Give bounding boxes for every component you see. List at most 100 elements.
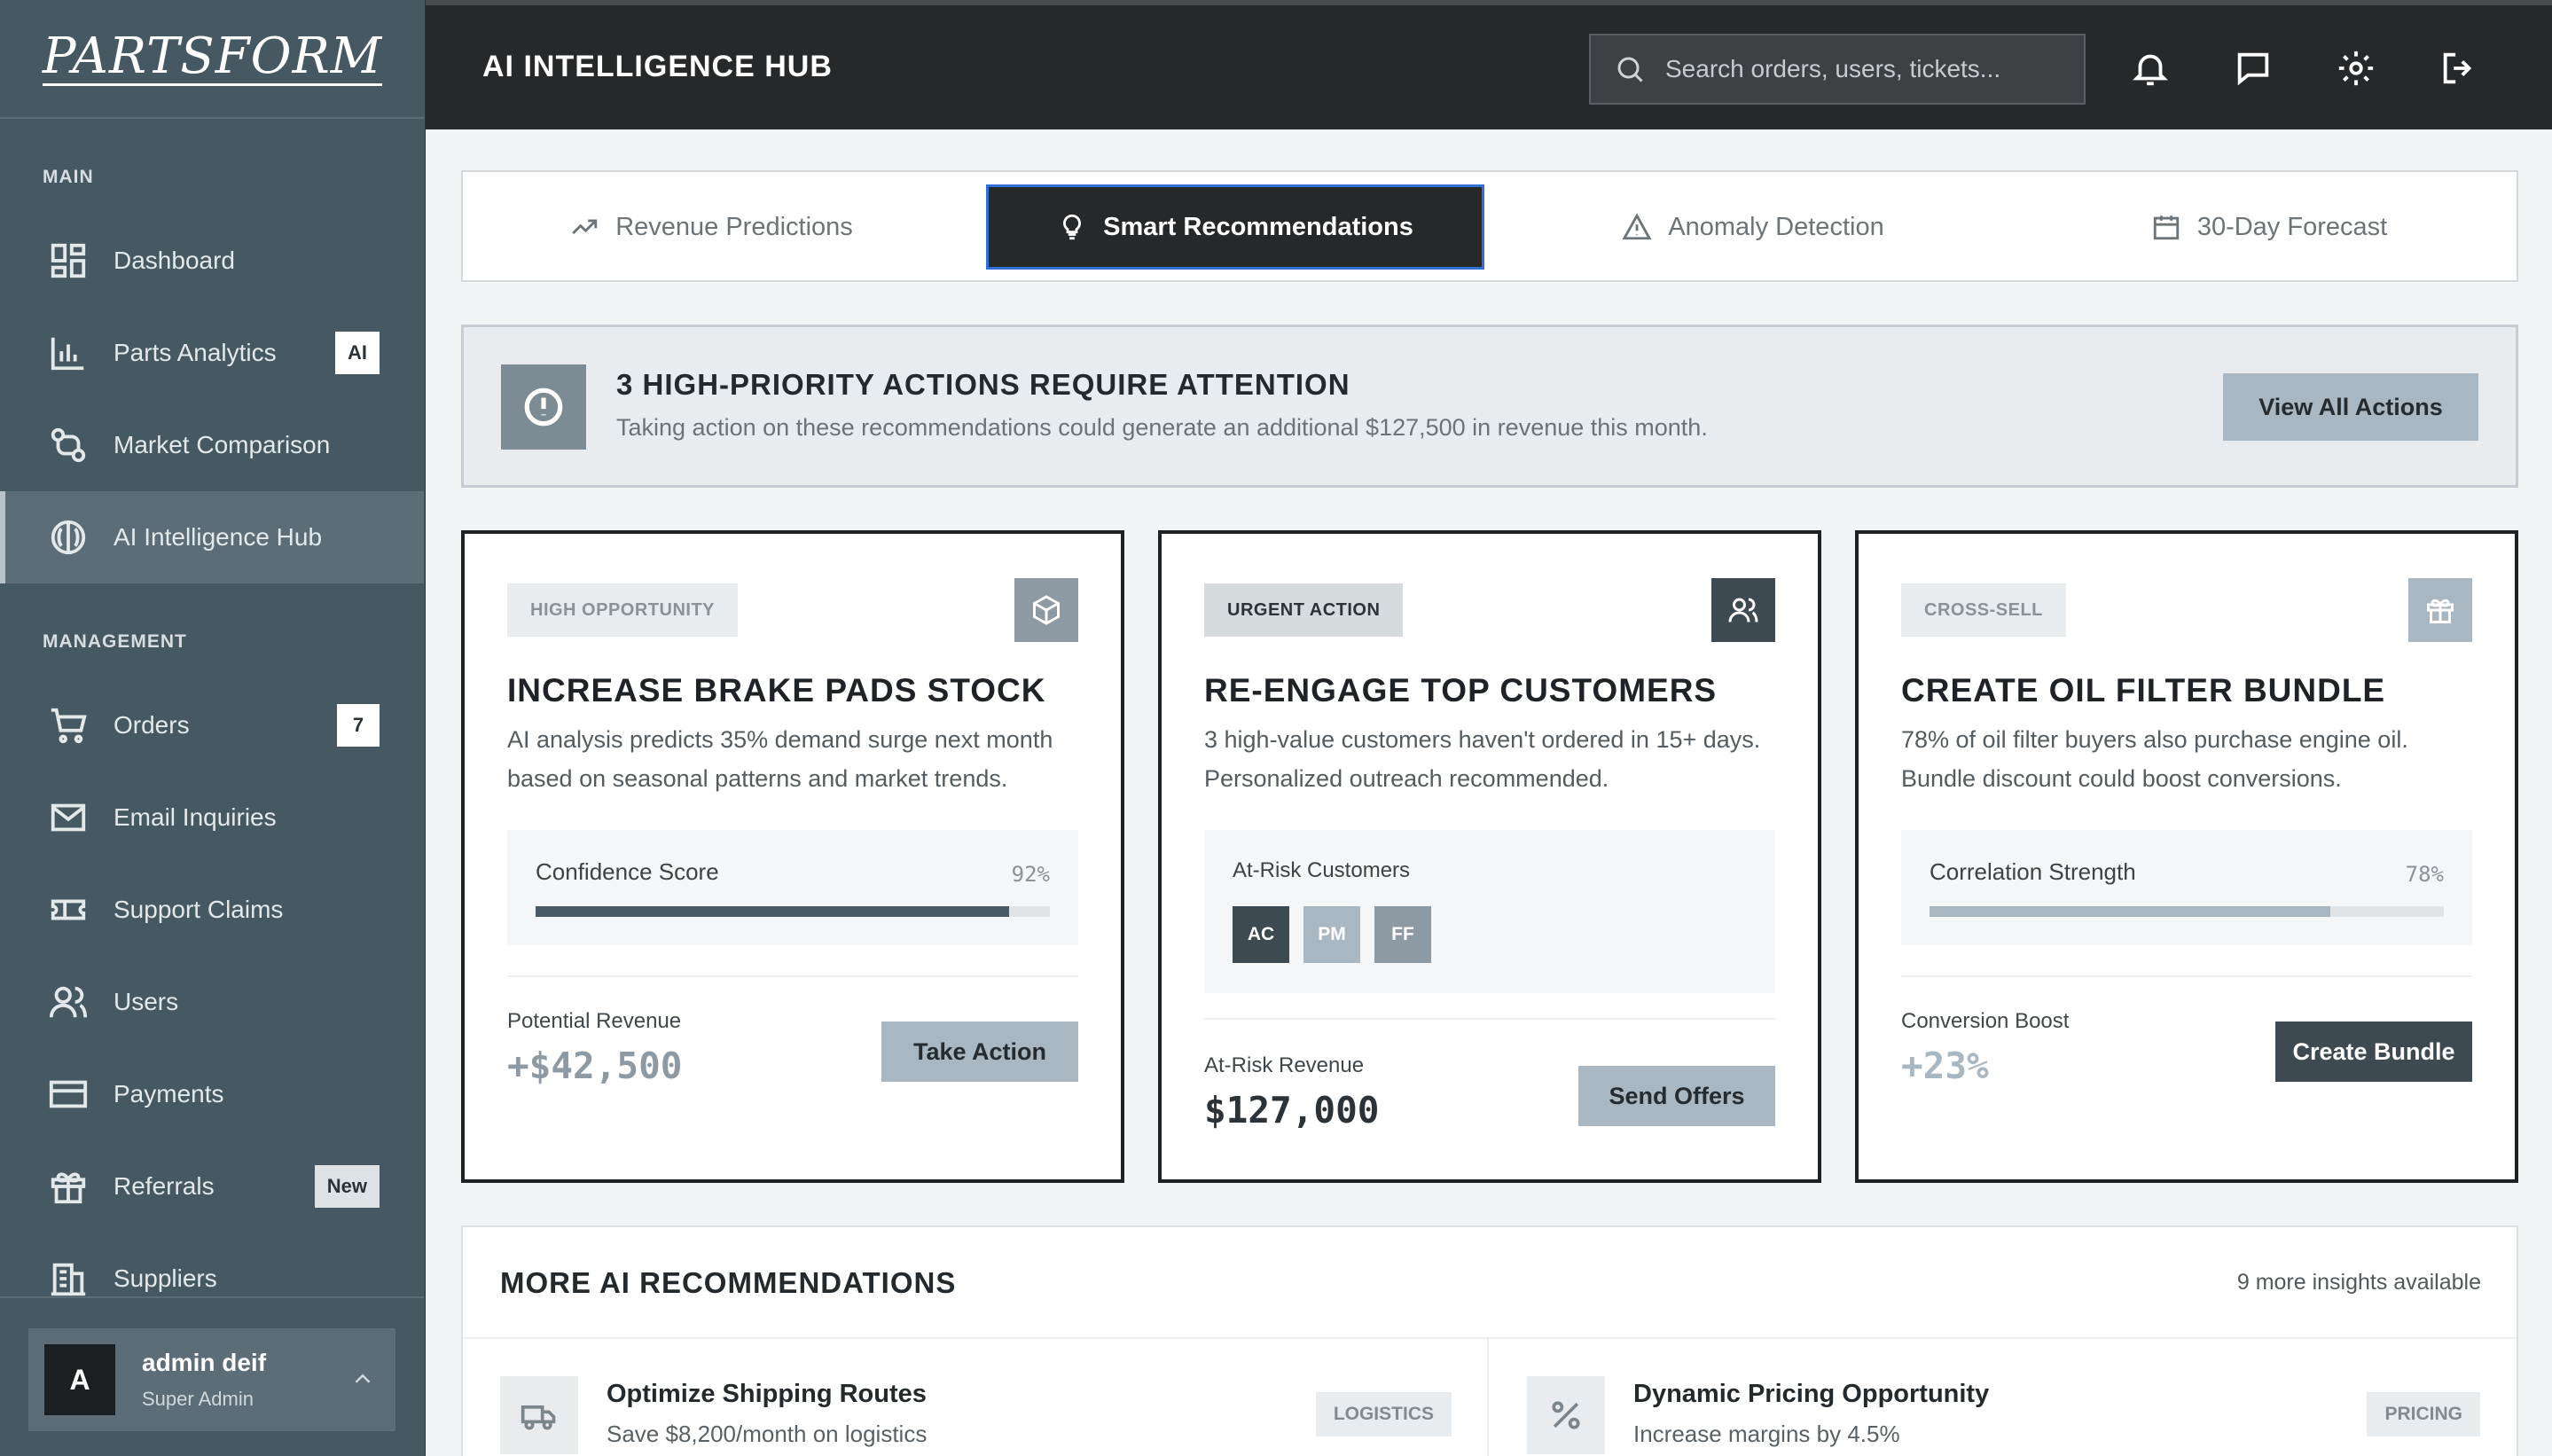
card-description: 78% of oil filter buyers also purchase e… (1901, 726, 2408, 792)
nav-section-management: MANAGEMENT (43, 631, 187, 652)
sidebar-item-label: Market Comparison (114, 431, 331, 458)
search-box[interactable] (1589, 34, 2086, 105)
sidebar-item-label: Email Inquiries (114, 803, 277, 831)
percent-icon (1527, 1376, 1605, 1454)
page-title: AI INTELLIGENCE HUB (482, 50, 833, 83)
progress-fill (1930, 906, 2331, 917)
bell-icon[interactable] (2130, 48, 2171, 89)
metric-box: Correlation Strength 78% (1901, 830, 2472, 945)
calendar-icon (2151, 212, 2197, 242)
alert-title: 3 HIGH-PRIORITY ACTIONS REQUIRE ATTENTIO… (616, 368, 1350, 401)
alert-text: Taking action on these recommendations c… (616, 414, 1708, 441)
credit-card-icon (48, 1074, 89, 1115)
sidebar-item-support-claims[interactable]: Support Claims (0, 864, 424, 956)
mail-icon (48, 797, 89, 838)
item-title: Dynamic Pricing Opportunity (1633, 1380, 1990, 1408)
user-info: admin deif Super Admin (142, 1349, 266, 1411)
tab-anomaly-detection[interactable]: Anomaly Detection (1504, 184, 2002, 270)
box-icon (1014, 578, 1078, 642)
sidebar-item-referrals[interactable]: Referrals New (0, 1140, 424, 1233)
user-name: admin deif (142, 1349, 267, 1376)
divider (1204, 1018, 1775, 1020)
sidebar-item-label: AI Intelligence Hub (114, 523, 323, 551)
sidebar-item-label: Payments (114, 1080, 224, 1108)
metric-value: 92% (1011, 862, 1050, 887)
progress-track (536, 906, 1050, 917)
send-offers-button[interactable]: Send Offers (1578, 1066, 1775, 1126)
sidebar-item-label: Orders (114, 711, 190, 739)
list-item-pricing[interactable]: Dynamic Pricing Opportunity Increase mar… (1490, 1339, 2516, 1456)
tab-label: Smart Recommendations (1103, 212, 1413, 241)
sidebar-item-ai-intelligence-hub[interactable]: AI Intelligence Hub (0, 491, 424, 583)
item-title: Optimize Shipping Routes (607, 1380, 927, 1408)
metric-label: Correlation Strength (1930, 858, 2136, 885)
sidebar-item-label: Parts Analytics (114, 339, 277, 366)
metric-box: At-Risk Customers AC PM FF (1204, 830, 1775, 993)
item-tag: PRICING (2367, 1392, 2480, 1436)
customer-chip[interactable]: FF (1374, 906, 1431, 963)
item-subtitle: Save $8,200/month on logistics (607, 1421, 928, 1447)
sidebar-item-dashboard[interactable]: Dashboard (0, 215, 424, 307)
logout-icon[interactable] (2438, 48, 2479, 89)
progress-track (1930, 906, 2444, 917)
list-item-shipping[interactable]: Optimize Shipping Routes Save $8,200/mon… (463, 1339, 1489, 1456)
item-tag: LOGISTICS (1315, 1392, 1452, 1436)
tab-label: 30-Day Forecast (2196, 212, 2388, 241)
revenue-label: At-Risk Revenue (1204, 1053, 1365, 1077)
sidebar-item-parts-analytics[interactable]: Parts Analytics AI (0, 307, 424, 399)
recommendation-card-brake-pads: HIGH OPPORTUNITY INCREASE BRAKE PADS STO… (461, 530, 1124, 1183)
users-icon (48, 982, 89, 1022)
sidebar: PARTSFORM MAIN Dashboard Parts Analytics… (0, 0, 426, 1456)
logo-area: PARTSFORM (0, 0, 425, 119)
user-menu[interactable]: A admin deif Super Admin (28, 1328, 395, 1431)
nav-section-main: MAIN (43, 167, 94, 187)
take-action-button[interactable]: Take Action (881, 1022, 1078, 1082)
sidebar-item-payments[interactable]: Payments (0, 1048, 424, 1140)
metric-label: At-Risk Customers (1233, 858, 1411, 882)
sidebar-item-users[interactable]: Users (0, 956, 424, 1048)
metric-label: Confidence Score (536, 858, 719, 885)
customer-chip[interactable]: AC (1233, 906, 1289, 963)
tab-30-day-forecast[interactable]: 30-Day Forecast (2020, 184, 2518, 270)
view-all-actions-button[interactable]: View All Actions (2223, 373, 2478, 441)
sidebar-item-label: Users (114, 988, 179, 1015)
sidebar-item-label: Referrals (114, 1172, 215, 1200)
compare-icon (48, 425, 89, 466)
tab-label: Revenue Predictions (615, 212, 853, 241)
create-bundle-button[interactable]: Create Bundle (2275, 1022, 2472, 1082)
chevron-up-icon[interactable] (349, 1366, 376, 1392)
search-icon (1614, 53, 1646, 85)
item-subtitle: Increase margins by 4.5% (1633, 1421, 1900, 1447)
card-badge: CROSS-SELL (1901, 583, 2066, 637)
tab-smart-recommendations[interactable]: Smart Recommendations (986, 184, 1484, 270)
chat-icon[interactable] (2233, 48, 2274, 89)
building-icon (48, 1258, 89, 1299)
revenue-label: Conversion Boost (1901, 1009, 2070, 1033)
warning-icon (1622, 212, 1668, 242)
tab-revenue-predictions[interactable]: Revenue Predictions (463, 184, 959, 270)
sidebar-item-market-comparison[interactable]: Market Comparison (0, 399, 424, 491)
customer-chips: AC PM FF (1233, 906, 1445, 963)
revenue-label: Potential Revenue (507, 1009, 682, 1033)
search-input[interactable] (1665, 55, 2055, 83)
ai-badge: AI (335, 332, 380, 374)
more-recommendations: MORE AI RECOMMENDATIONS 9 more insights … (461, 1225, 2518, 1456)
sidebar-item-orders[interactable]: Orders 7 (0, 679, 424, 771)
sidebar-item-label: Support Claims (114, 896, 284, 923)
sidebar-item-email-inquiries[interactable]: Email Inquiries (0, 771, 424, 864)
new-badge: New (314, 1165, 380, 1208)
logo[interactable]: PARTSFORM (42, 31, 383, 86)
recommendation-card-top-customers: URGENT ACTION RE-ENGAGE TOP CUSTOMERS 3 … (1158, 530, 1821, 1183)
card-title: CREATE OIL FILTER BUNDLE (1901, 672, 2386, 708)
divider (507, 975, 1078, 977)
users-icon (1711, 578, 1775, 642)
customer-chip[interactable]: PM (1303, 906, 1360, 963)
cart-icon (48, 705, 89, 746)
revenue-value: +23% (1901, 1045, 1989, 1087)
card-description: 3 high-value customers haven't ordered i… (1204, 726, 1761, 792)
gear-icon[interactable] (2336, 48, 2376, 89)
gift-icon (2408, 578, 2472, 642)
card-badge: HIGH OPPORTUNITY (507, 583, 739, 637)
recommendation-card-oil-filter-bundle: CROSS-SELL CREATE OIL FILTER BUNDLE 78% … (1855, 530, 2518, 1183)
insights-count: 9 more insights available (2236, 1270, 2481, 1295)
